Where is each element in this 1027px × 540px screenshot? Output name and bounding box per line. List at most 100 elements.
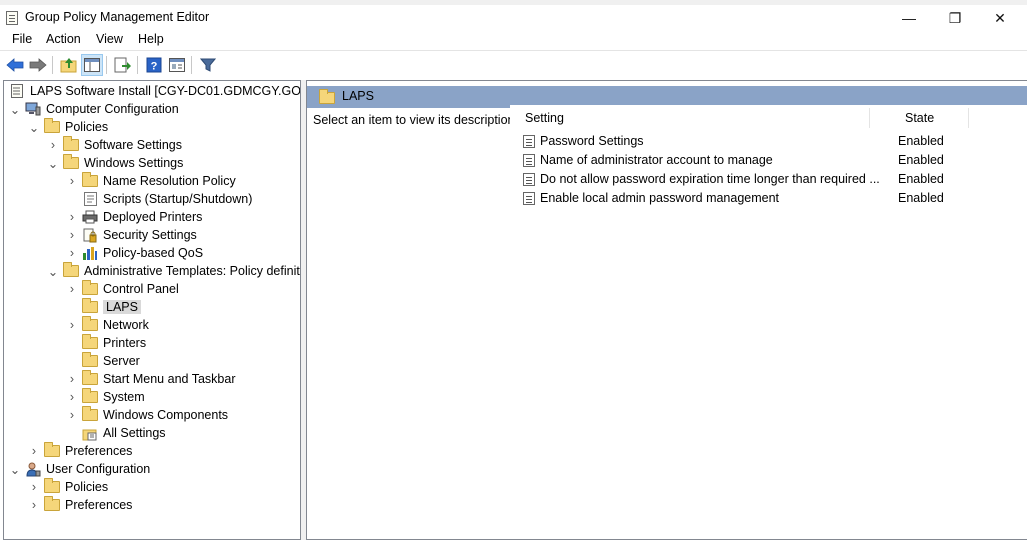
menu-help[interactable]: Help: [138, 32, 164, 46]
tree-item-deployed-printers[interactable]: › Deployed Printers: [66, 208, 202, 226]
tree-item-computer-configuration[interactable]: ⌄ Computer Configuration: [9, 100, 179, 118]
chevron-right-icon[interactable]: ›: [66, 390, 78, 404]
restore-button[interactable]: ❐: [932, 5, 978, 31]
tree-item-policies[interactable]: ⌄ Policies: [28, 118, 108, 136]
tree-label: All Settings: [103, 426, 166, 440]
tree-item-policy-qos[interactable]: › Policy-based QoS: [66, 244, 203, 262]
details-header-title: LAPS: [342, 89, 374, 103]
policy-row[interactable]: Password Settings: [523, 132, 644, 150]
menu-view[interactable]: View: [96, 32, 123, 46]
tree-label: Windows Components: [103, 408, 229, 422]
chevron-right-icon[interactable]: ›: [66, 408, 78, 422]
chevron-down-icon[interactable]: ⌄: [47, 265, 59, 279]
folder-icon: [44, 118, 60, 133]
up-folder-icon[interactable]: [58, 54, 80, 76]
chevron-down-icon[interactable]: ⌄: [9, 463, 21, 477]
details-pane: LAPS Select an item to view its descript…: [306, 80, 1027, 540]
tree-item-software-settings[interactable]: › Software Settings: [47, 136, 182, 154]
show-hide-tree-icon[interactable]: [81, 54, 103, 76]
help-icon[interactable]: ?: [143, 54, 165, 76]
chevron-right-icon[interactable]: ›: [28, 480, 40, 494]
policy-row[interactable]: Do not allow password expiration time lo…: [523, 170, 880, 188]
policy-setting-name: Name of administrator account to manage: [540, 153, 773, 167]
tree-item-name-resolution-policy[interactable]: › Name Resolution Policy: [66, 172, 236, 190]
tree-item-windows-settings[interactable]: ⌄ Windows Settings: [47, 154, 183, 172]
tree-label: Server: [103, 354, 140, 368]
tree-label: Software Settings: [84, 138, 182, 152]
chevron-right-icon[interactable]: ›: [66, 372, 78, 386]
tree-item-server[interactable]: Server: [82, 352, 140, 370]
title-bar: Group Policy Management Editor — ❐ ✕: [0, 0, 1027, 31]
chevron-right-icon[interactable]: ›: [28, 498, 40, 512]
tree-item-start-menu[interactable]: › Start Menu and Taskbar: [66, 370, 235, 388]
chevron-right-icon[interactable]: ›: [66, 174, 78, 188]
tree-item-preferences-user[interactable]: › Preferences: [28, 496, 132, 514]
policy-row[interactable]: Enable local admin password management: [523, 189, 779, 207]
filter-icon[interactable]: [197, 54, 219, 76]
tree-root[interactable]: LAPS Software Install [CGY-DC01.GDMCGY.G…: [9, 82, 300, 100]
folder-icon: [82, 352, 98, 367]
folder-icon: [82, 280, 98, 295]
chevron-down-icon[interactable]: ⌄: [28, 121, 40, 135]
close-button[interactable]: ✕: [977, 5, 1023, 31]
column-header-setting[interactable]: Setting: [525, 111, 564, 125]
menu-file[interactable]: File: [12, 32, 32, 46]
forward-arrow-icon[interactable]: [27, 54, 49, 76]
chevron-right-icon[interactable]: ›: [66, 246, 78, 260]
chevron-right-icon[interactable]: ›: [66, 210, 78, 224]
tree-item-printers[interactable]: Printers: [82, 334, 146, 352]
tree-label: Policies: [65, 120, 109, 134]
policy-setting-name: Password Settings: [540, 134, 644, 148]
folder-icon: [82, 316, 98, 331]
minimize-button[interactable]: —: [886, 5, 932, 31]
tree-item-all-settings[interactable]: All Settings: [82, 424, 166, 442]
back-arrow-icon[interactable]: [4, 54, 26, 76]
policy-row[interactable]: Name of administrator account to manage: [523, 151, 773, 169]
svg-text:?: ?: [151, 61, 158, 73]
folder-icon: [82, 334, 98, 349]
chevron-right-icon[interactable]: ›: [66, 282, 78, 296]
tree-item-policies-user[interactable]: › Policies: [28, 478, 108, 496]
policy-state: Enabled: [898, 191, 944, 205]
chevron-right-icon[interactable]: ›: [28, 444, 40, 458]
folder-icon: [44, 442, 60, 457]
script-icon: [82, 192, 98, 206]
export-list-icon[interactable]: [112, 54, 134, 76]
menu-action[interactable]: Action: [46, 32, 81, 46]
tree-item-control-panel[interactable]: › Control Panel: [66, 280, 179, 298]
tree-label: System: [103, 390, 145, 404]
chevron-down-icon[interactable]: ⌄: [47, 157, 59, 171]
policy-setting-name: Do not allow password expiration time lo…: [540, 172, 880, 186]
menu-bar: File Action View Help: [0, 31, 1027, 49]
folder-icon: [82, 370, 98, 385]
tree-item-system[interactable]: › System: [66, 388, 145, 406]
tree-item-user-configuration[interactable]: ⌄ User Configuration: [9, 460, 150, 478]
tree-label: Computer Configuration: [46, 102, 179, 116]
tree-label: Scripts (Startup/Shutdown): [103, 192, 253, 206]
folder-icon: [82, 388, 98, 403]
printer-icon: [82, 210, 98, 224]
list-column-headers: Setting State: [510, 105, 1027, 129]
chevron-down-icon[interactable]: ⌄: [9, 103, 21, 117]
tree-label: Security Settings: [103, 228, 197, 242]
tree-item-windows-components[interactable]: › Windows Components: [66, 406, 228, 424]
tree-item-scripts[interactable]: Scripts (Startup/Shutdown): [82, 190, 252, 208]
folder-icon: [44, 496, 60, 511]
chevron-right-icon[interactable]: ›: [47, 138, 59, 152]
properties-icon[interactable]: [166, 54, 188, 76]
bar-chart-icon: [82, 246, 98, 260]
folder-icon: [63, 262, 79, 277]
policy-state: Enabled: [898, 134, 944, 148]
tree-item-security-settings[interactable]: › Security Settings: [66, 226, 197, 244]
column-header-state[interactable]: State: [905, 111, 934, 125]
tree-label: Administrative Templates: Policy definit…: [84, 264, 301, 278]
chevron-right-icon[interactable]: ›: [66, 228, 78, 242]
chevron-right-icon[interactable]: ›: [66, 318, 78, 332]
tree-item-network[interactable]: › Network: [66, 316, 149, 334]
policy-setting-icon: [523, 134, 535, 148]
tree-item-administrative-templates[interactable]: ⌄ Administrative Templates: Policy defin…: [47, 262, 301, 280]
tree-item-preferences-computer[interactable]: › Preferences: [28, 442, 132, 460]
tree-item-laps[interactable]: LAPS: [82, 298, 141, 316]
window-title: Group Policy Management Editor: [25, 10, 210, 24]
policy-state: Enabled: [898, 153, 944, 167]
